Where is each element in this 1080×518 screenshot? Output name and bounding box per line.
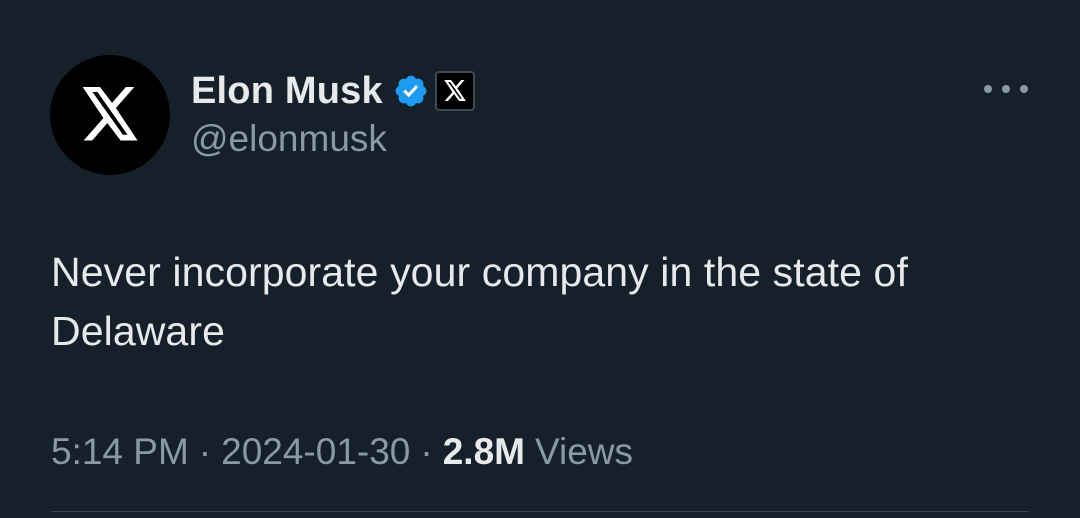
author-display-name[interactable]: Elon Musk (191, 70, 383, 113)
meta-separator: · (198, 431, 212, 472)
more-options-button[interactable] (984, 74, 1028, 104)
verified-badge-icon[interactable] (393, 73, 429, 109)
more-horizontal-icon (1002, 85, 1010, 93)
more-horizontal-icon (984, 85, 992, 93)
tweet-card: Elon Musk @elonmusk Never incorporate yo… (0, 0, 1080, 518)
views-count[interactable]: 2.8M (443, 431, 525, 473)
divider (51, 511, 1029, 512)
meta-separator: · (420, 431, 433, 472)
x-logo-icon (82, 87, 138, 141)
author-handle[interactable]: @elonmusk (191, 118, 387, 160)
more-horizontal-icon (1020, 85, 1028, 93)
tweet-time[interactable]: 5:14 PM (51, 431, 189, 473)
views-label: Views (534, 431, 634, 472)
x-logo-icon (444, 80, 466, 101)
avatar[interactable] (50, 55, 170, 175)
x-affiliate-badge-icon[interactable] (434, 71, 475, 111)
tweet-meta: 5:14 PM · 2024-01-30 · 2.8M Views (51, 428, 633, 476)
tweet-date[interactable]: 2024-01-30 (221, 431, 410, 473)
tweet-text: Never incorporate your company in the st… (51, 249, 908, 354)
author-name-row: Elon Musk (191, 66, 475, 116)
